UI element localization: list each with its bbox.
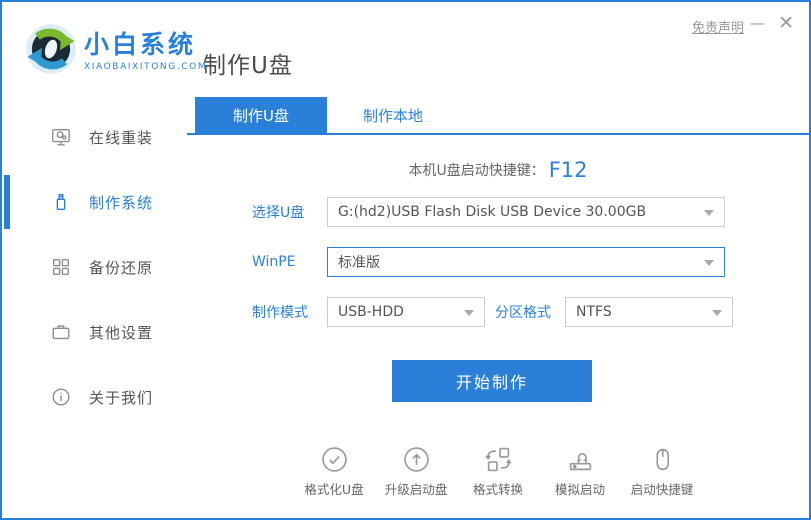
partition-select-dropdown[interactable]: NTFS (565, 297, 733, 327)
winpe-select-row: WinPE 标准版 (252, 247, 809, 277)
chevron-down-icon (464, 310, 474, 316)
briefcase-icon (50, 321, 72, 343)
tool-label: 启动快捷键 (631, 479, 694, 498)
page-title: 制作U盘 (203, 46, 293, 80)
winpe-select-value: 标准版 (338, 252, 380, 272)
close-button[interactable]: ✕ (778, 12, 794, 34)
make-usb-form: 选择U盘 G:(hd2)USB Flash Disk USB Device 30… (252, 197, 809, 327)
mode-partition-row: 制作模式 USB-HDD 分区格式 NTFS (252, 297, 809, 327)
grid-icon (50, 256, 72, 278)
active-indicator (4, 175, 10, 229)
sidebar-item-label: 其他设置 (89, 322, 153, 343)
boot-hotkey-value: F12 (549, 158, 588, 182)
chevron-down-icon (712, 310, 722, 316)
tool-label: 模拟启动 (555, 479, 605, 498)
mode-select-label: 制作模式 (252, 302, 327, 322)
usb-drive-icon (50, 191, 72, 213)
boot-hotkey-label: 本机U盘启动快捷键： (408, 160, 544, 180)
tool-label: 升级启动盘 (385, 479, 448, 498)
mode-select-dropdown[interactable]: USB-HDD (327, 297, 485, 327)
sidebar: 在线重装 制作系统 备份还原 (2, 97, 187, 419)
partition-select-value: NTFS (576, 304, 612, 320)
brand-name: 小白系统 (84, 30, 207, 60)
usb-select-row: 选择U盘 G:(hd2)USB Flash Disk USB Device 30… (252, 197, 809, 227)
app-logo-icon (24, 22, 78, 76)
mode-select-value: USB-HDD (338, 304, 404, 320)
tool-label: 格式化U盘 (304, 479, 363, 498)
info-icon (50, 386, 72, 408)
boot-hotkey-line: 本机U盘启动快捷键： F12 (187, 155, 809, 185)
sidebar-item-label: 在线重装 (89, 127, 153, 148)
monitor-reload-icon (50, 126, 72, 148)
sidebar-item-online-reinstall[interactable]: 在线重装 (2, 115, 187, 159)
sidebar-item-about-us[interactable]: 关于我们 (2, 375, 187, 419)
usb-select-label: 选择U盘 (252, 202, 327, 222)
footer-toolbar: 格式化U盘 升级启动盘 (187, 446, 809, 498)
tool-simulate-boot[interactable]: 模拟启动 (539, 446, 621, 498)
main-panel: 制作U盘 制作本地 本机U盘启动快捷键： F12 选择U盘 G:(hd2)USB… (187, 97, 809, 498)
mouse-icon (649, 446, 676, 473)
sidebar-item-label: 关于我们 (89, 387, 153, 408)
check-circle-icon (321, 446, 348, 473)
minimize-button[interactable]: — (750, 12, 765, 34)
tab-make-usb[interactable]: 制作U盘 (195, 97, 327, 135)
chevron-down-icon (704, 260, 714, 266)
usb-select-dropdown[interactable]: G:(hd2)USB Flash Disk USB Device 30.00GB (327, 197, 725, 227)
tool-boot-hotkey[interactable]: 启动快捷键 (621, 446, 703, 498)
sidebar-item-label: 制作系统 (89, 192, 153, 213)
app-window: 小白系统 XIAOBAIXITONG.COM 制作U盘 免责声明 — ✕ 在线重… (0, 0, 811, 520)
tab-make-local[interactable]: 制作本地 (327, 97, 459, 135)
sidebar-item-label: 备份还原 (89, 257, 153, 278)
tool-format-convert[interactable]: 格式转换 (457, 446, 539, 498)
convert-icon (485, 446, 512, 473)
start-make-button[interactable]: 开始制作 (392, 360, 592, 402)
usb-select-value: G:(hd2)USB Flash Disk USB Device 30.00GB (338, 204, 646, 220)
sidebar-item-backup-restore[interactable]: 备份还原 (2, 245, 187, 289)
winpe-select-label: WinPE (252, 254, 327, 270)
upgrade-arrow-icon (403, 446, 430, 473)
tool-label: 格式转换 (473, 479, 523, 498)
brand-domain: XIAOBAIXITONG.COM (84, 62, 207, 72)
winpe-select-dropdown[interactable]: 标准版 (327, 247, 725, 277)
brand-block: 小白系统 XIAOBAIXITONG.COM (84, 30, 207, 72)
tool-upgrade-boot-disk[interactable]: 升级启动盘 (375, 446, 457, 498)
partition-select-label: 分区格式 (495, 302, 555, 322)
tool-format-usb[interactable]: 格式化U盘 (293, 446, 375, 498)
sidebar-item-other-settings[interactable]: 其他设置 (2, 310, 187, 354)
tab-bar: 制作U盘 制作本地 (187, 97, 809, 135)
disclaimer-link[interactable]: 免责声明 (692, 17, 744, 36)
sidebar-item-make-system[interactable]: 制作系统 (2, 180, 187, 224)
chevron-down-icon (704, 210, 714, 216)
stamp-icon (567, 446, 594, 473)
